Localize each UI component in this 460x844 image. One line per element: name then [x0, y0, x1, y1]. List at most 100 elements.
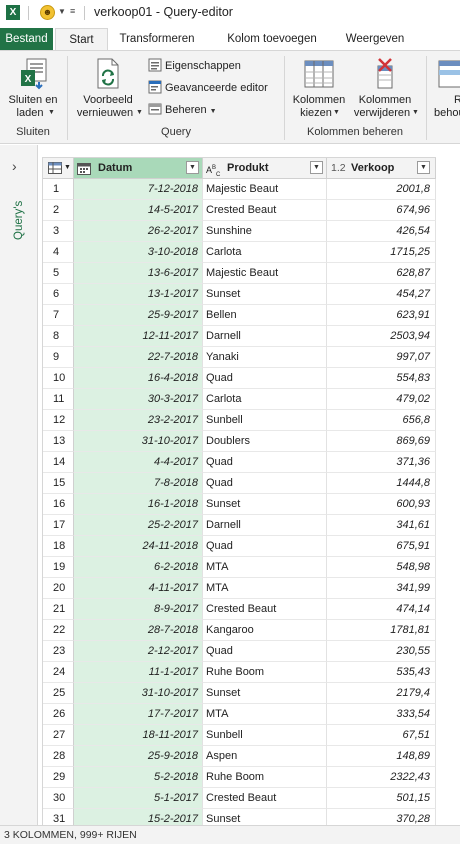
cell-verkoop[interactable]: 869,69	[327, 431, 436, 452]
row-number[interactable]: 11	[43, 389, 74, 410]
cell-verkoop[interactable]: 148,89	[327, 746, 436, 767]
cell-datum[interactable]: 24-11-2018	[74, 536, 203, 557]
cell-datum[interactable]: 23-2-2017	[74, 410, 203, 431]
cell-produkt[interactable]: Yanaki	[203, 347, 327, 368]
advanced-editor-button[interactable]: Geavanceerde editor	[148, 79, 268, 97]
table-row[interactable]: 17 25-2-2017 Darnell 341,61	[43, 515, 436, 536]
tab-add-column[interactable]: Kolom toevoegen	[218, 28, 326, 50]
cell-produkt[interactable]: MTA	[203, 704, 327, 725]
cell-produkt[interactable]: Crested Beaut	[203, 599, 327, 620]
cell-produkt[interactable]: Ruhe Boom	[203, 662, 327, 683]
tab-start[interactable]: Start	[55, 28, 108, 50]
cell-produkt[interactable]: Quad	[203, 641, 327, 662]
filter-dropdown-icon[interactable]: ▼	[417, 161, 430, 174]
row-number[interactable]: 10	[43, 368, 74, 389]
cell-produkt[interactable]: Sunset	[203, 494, 327, 515]
table-row[interactable]: 10 16-4-2018 Quad 554,83	[43, 368, 436, 389]
row-number[interactable]: 29	[43, 767, 74, 788]
row-number[interactable]: 21	[43, 599, 74, 620]
row-number[interactable]: 8	[43, 326, 74, 347]
cell-datum[interactable]: 25-9-2017	[74, 305, 203, 326]
table-row[interactable]: 4 3-10-2018 Carlota 1715,25	[43, 242, 436, 263]
cell-produkt[interactable]: Carlota	[203, 389, 327, 410]
cell-datum[interactable]: 14-5-2017	[74, 200, 203, 221]
cell-verkoop[interactable]: 997,07	[327, 347, 436, 368]
row-number[interactable]: 17	[43, 515, 74, 536]
cell-datum[interactable]: 22-7-2018	[74, 347, 203, 368]
cell-produkt[interactable]: MTA	[203, 578, 327, 599]
row-number[interactable]: 6	[43, 284, 74, 305]
table-row[interactable]: 6 13-1-2017 Sunset 454,27	[43, 284, 436, 305]
smiley-feedback-icon[interactable]: ☻	[40, 5, 55, 20]
cell-verkoop[interactable]: 554,83	[327, 368, 436, 389]
cell-datum[interactable]: 30-3-2017	[74, 389, 203, 410]
choose-columns-button[interactable]: Kolommen kiezen ▼	[288, 56, 350, 122]
cell-datum[interactable]: 4-4-2017	[74, 452, 203, 473]
column-header-verkoop[interactable]: 1.2 Verkoop ▼	[327, 158, 436, 179]
cell-datum[interactable]: 2-12-2017	[74, 641, 203, 662]
cell-datum[interactable]: 26-2-2017	[74, 221, 203, 242]
table-row[interactable]: 25 31-10-2017 Sunset 2179,4	[43, 683, 436, 704]
row-number[interactable]: 1	[43, 179, 74, 200]
cell-verkoop[interactable]: 535,43	[327, 662, 436, 683]
cell-verkoop[interactable]: 454,27	[327, 284, 436, 305]
cell-datum[interactable]: 18-11-2017	[74, 725, 203, 746]
table-row[interactable]: 26 17-7-2017 MTA 333,54	[43, 704, 436, 725]
cell-produkt[interactable]: Doublers	[203, 431, 327, 452]
cell-datum[interactable]: 3-10-2018	[74, 242, 203, 263]
manage-button[interactable]: Beheren ▼	[148, 101, 217, 119]
cell-produkt[interactable]: Crested Beaut	[203, 200, 327, 221]
cell-produkt[interactable]: Quad	[203, 473, 327, 494]
row-number[interactable]: 23	[43, 641, 74, 662]
cell-verkoop[interactable]: 2322,43	[327, 767, 436, 788]
cell-produkt[interactable]: Quad	[203, 368, 327, 389]
cell-produkt[interactable]: Sunset	[203, 683, 327, 704]
cell-verkoop[interactable]: 548,98	[327, 557, 436, 578]
table-row[interactable]: 24 11-1-2017 Ruhe Boom 535,43	[43, 662, 436, 683]
keep-rows-button[interactable]: R behou	[432, 56, 460, 122]
cell-verkoop[interactable]: 623,91	[327, 305, 436, 326]
cell-produkt[interactable]: Darnell	[203, 326, 327, 347]
cell-verkoop[interactable]: 1715,25	[327, 242, 436, 263]
cell-datum[interactable]: 16-4-2018	[74, 368, 203, 389]
table-row[interactable]: 2 14-5-2017 Crested Beaut 674,96	[43, 200, 436, 221]
cell-verkoop[interactable]: 341,61	[327, 515, 436, 536]
cell-produkt[interactable]: MTA	[203, 557, 327, 578]
row-number[interactable]: 28	[43, 746, 74, 767]
cell-produkt[interactable]: Majestic Beaut	[203, 263, 327, 284]
row-number[interactable]: 5	[43, 263, 74, 284]
cell-produkt[interactable]: Sunset	[203, 809, 327, 826]
row-number[interactable]: 7	[43, 305, 74, 326]
cell-produkt[interactable]: Sunshine	[203, 221, 327, 242]
cell-verkoop[interactable]: 675,91	[327, 536, 436, 557]
cell-verkoop[interactable]: 2503,94	[327, 326, 436, 347]
cell-datum[interactable]: 31-10-2017	[74, 683, 203, 704]
cell-verkoop[interactable]: 67,51	[327, 725, 436, 746]
table-row[interactable]: 30 5-1-2017 Crested Beaut 501,15	[43, 788, 436, 809]
cell-verkoop[interactable]: 426,54	[327, 221, 436, 242]
cell-produkt[interactable]: Sunbell	[203, 725, 327, 746]
table-row[interactable]: 23 2-12-2017 Quad 230,55	[43, 641, 436, 662]
cell-datum[interactable]: 28-7-2018	[74, 620, 203, 641]
vertical-scroll-area[interactable]	[438, 157, 460, 825]
table-row[interactable]: 15 7-8-2018 Quad 1444,8	[43, 473, 436, 494]
table-row[interactable]: 5 13-6-2017 Majestic Beaut 628,87	[43, 263, 436, 284]
cell-datum[interactable]: 13-6-2017	[74, 263, 203, 284]
tab-transform[interactable]: Transformeren	[114, 28, 200, 50]
table-row[interactable]: 8 12-11-2017 Darnell 2503,94	[43, 326, 436, 347]
row-number[interactable]: 22	[43, 620, 74, 641]
table-row[interactable]: 21 8-9-2017 Crested Beaut 474,14	[43, 599, 436, 620]
cell-datum[interactable]: 7-8-2018	[74, 473, 203, 494]
cell-verkoop[interactable]: 656,8	[327, 410, 436, 431]
refresh-preview-button[interactable]: Voorbeeld vernieuwen ▼	[72, 56, 144, 122]
row-number[interactable]: 13	[43, 431, 74, 452]
cell-datum[interactable]: 5-2-2018	[74, 767, 203, 788]
cell-produkt[interactable]: Bellen	[203, 305, 327, 326]
table-row[interactable]: 16 16-1-2018 Sunset 600,93	[43, 494, 436, 515]
properties-button[interactable]: Eigenschappen	[148, 57, 241, 75]
row-number[interactable]: 4	[43, 242, 74, 263]
cell-verkoop[interactable]: 370,28	[327, 809, 436, 826]
cell-produkt[interactable]: Aspen	[203, 746, 327, 767]
cell-verkoop[interactable]: 600,93	[327, 494, 436, 515]
table-row[interactable]: 18 24-11-2018 Quad 675,91	[43, 536, 436, 557]
